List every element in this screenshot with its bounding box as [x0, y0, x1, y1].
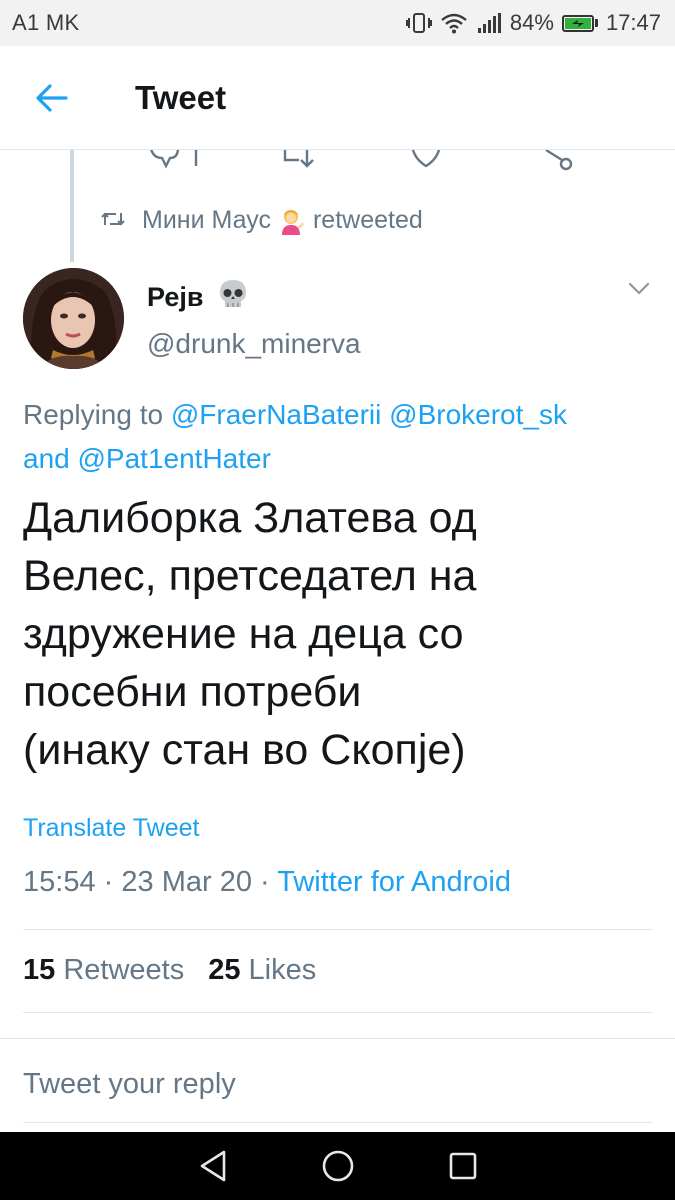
wifi-icon — [440, 12, 468, 34]
retweeter-name: Мини Маус — [142, 206, 271, 234]
likes-stat[interactable]: 25 Likes — [208, 954, 316, 987]
replying-to: Replying to @FraerNaBaterii @Brokerot_sk… — [23, 393, 653, 481]
tweet-line: (инаку стан во Скопје) — [23, 726, 466, 774]
divider — [0, 1038, 675, 1039]
nav-home-icon[interactable] — [308, 1136, 368, 1196]
clock: 17:47 — [605, 10, 661, 35]
nav-back-icon[interactable] — [183, 1136, 243, 1196]
retweets-count: 15 — [23, 954, 56, 986]
like-icon[interactable] — [409, 150, 443, 172]
tweet-source-link[interactable]: Twitter for Android — [277, 866, 511, 898]
tweet-line: Велес, претседател на — [23, 552, 477, 600]
replying-to-prefix: Replying to — [23, 399, 164, 430]
likes-count: 25 — [208, 954, 241, 986]
person-tipping-hand-emoji — [279, 208, 305, 235]
app-header: Tweet — [0, 46, 675, 150]
tweet-line: посебни потреби — [23, 668, 362, 716]
mention-link[interactable]: @Brokerot_sk — [389, 399, 567, 430]
battery-percent: 84% — [509, 10, 554, 35]
divider — [23, 1012, 653, 1013]
system-nav-bar — [0, 1132, 675, 1200]
thread-connector — [70, 150, 74, 262]
retweet-icon — [100, 206, 126, 235]
back-button[interactable] — [0, 46, 104, 150]
nav-recents-icon[interactable] — [433, 1136, 493, 1196]
retweeted-label: retweeted — [312, 206, 423, 234]
author-name[interactable]: Рејв — [147, 278, 249, 317]
chevron-down-icon[interactable] — [628, 282, 650, 301]
vibrate-icon — [405, 12, 432, 34]
tweet-line: здружение на деца со — [23, 610, 464, 658]
tweet-text: Далиборка Златева од Велес, претседател … — [23, 489, 653, 779]
reply-input[interactable]: Tweet your reply — [23, 1068, 236, 1101]
meta-separator: · — [103, 866, 114, 898]
retweets-stat[interactable]: 15 Retweets — [23, 954, 184, 987]
tweet-date: 23 Mar 20 — [121, 866, 252, 898]
tweet-line: Далиборка Златева од — [23, 494, 477, 542]
reply-icon[interactable] — [146, 150, 206, 172]
mention-link[interactable]: @FraerNaBaterii — [171, 399, 381, 430]
battery-icon — [561, 14, 598, 32]
likes-label: Likes — [248, 954, 317, 986]
share-icon[interactable] — [540, 150, 574, 172]
author-display-name: Рејв — [147, 282, 204, 312]
retweets-label: Retweets — [63, 954, 185, 986]
retweet-action-icon[interactable] — [281, 150, 321, 172]
divider — [23, 1122, 653, 1123]
skull-emoji — [217, 278, 249, 317]
and-others-link[interactable]: and — [23, 443, 70, 474]
tweet-stats: 15 Retweets 25 Likes — [23, 954, 316, 987]
carrier-label: A1 MK — [12, 10, 80, 35]
meta-separator: · — [260, 866, 270, 898]
signal-icon — [476, 12, 502, 34]
avatar[interactable] — [23, 268, 124, 369]
retweeted-by[interactable]: Мини Маус retweeted — [100, 206, 423, 235]
page-title: Tweet — [135, 78, 227, 116]
mention-link[interactable]: @Pat1entHater — [78, 443, 271, 474]
status-bar: A1 MK 84% 17:47 — [0, 0, 675, 46]
divider — [23, 929, 653, 930]
translate-tweet-link[interactable]: Translate Tweet — [23, 814, 199, 843]
tweet-metadata: 15:54 · 23 Mar 20 · Twitter for Android — [23, 866, 511, 899]
previous-tweet-actions — [0, 150, 675, 172]
author-handle[interactable]: @drunk_minerva — [147, 328, 361, 360]
back-arrow-icon — [36, 83, 68, 112]
tweet-time: 15:54 — [23, 866, 96, 898]
